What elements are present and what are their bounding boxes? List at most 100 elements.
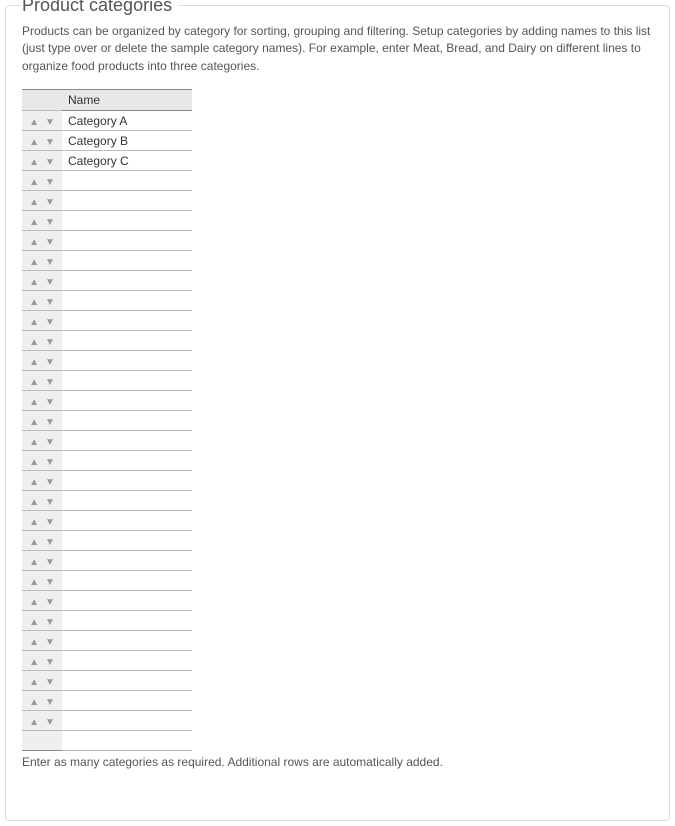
- category-name-cell[interactable]: [62, 711, 192, 731]
- category-name-cell[interactable]: [62, 331, 192, 351]
- category-name-cell[interactable]: [62, 351, 192, 371]
- move-down-icon[interactable]: [45, 298, 55, 308]
- move-up-icon[interactable]: [29, 158, 39, 168]
- move-up-icon[interactable]: [29, 218, 39, 228]
- reorder-cell: [22, 651, 62, 671]
- move-up-icon[interactable]: [29, 478, 39, 488]
- table-row: [22, 331, 192, 351]
- category-name-cell[interactable]: [62, 451, 192, 471]
- move-up-icon[interactable]: [29, 298, 39, 308]
- category-name-cell[interactable]: [62, 431, 192, 451]
- category-name-cell[interactable]: [62, 631, 192, 651]
- move-down-icon[interactable]: [45, 398, 55, 408]
- move-up-icon[interactable]: [29, 518, 39, 528]
- move-down-icon[interactable]: [45, 598, 55, 608]
- category-name-cell[interactable]: [62, 671, 192, 691]
- move-down-icon[interactable]: [45, 198, 55, 208]
- move-up-icon[interactable]: [29, 418, 39, 428]
- move-down-icon[interactable]: [45, 618, 55, 628]
- category-name-cell[interactable]: [62, 691, 192, 711]
- move-up-icon[interactable]: [29, 358, 39, 368]
- category-name-cell[interactable]: [62, 191, 192, 211]
- move-up-icon[interactable]: [29, 178, 39, 188]
- table-row: [22, 311, 192, 331]
- move-up-icon[interactable]: [29, 338, 39, 348]
- category-name-cell[interactable]: [62, 411, 192, 431]
- category-name-cell[interactable]: [62, 611, 192, 631]
- category-name-cell[interactable]: [62, 371, 192, 391]
- move-down-icon[interactable]: [45, 698, 55, 708]
- move-down-icon[interactable]: [45, 338, 55, 348]
- category-name-cell[interactable]: [62, 571, 192, 591]
- move-down-icon[interactable]: [45, 278, 55, 288]
- move-up-icon[interactable]: [29, 118, 39, 128]
- move-down-icon[interactable]: [45, 358, 55, 368]
- move-down-icon[interactable]: [45, 218, 55, 228]
- move-down-icon[interactable]: [45, 258, 55, 268]
- category-name-cell[interactable]: [62, 511, 192, 531]
- move-down-icon[interactable]: [45, 238, 55, 248]
- move-down-icon[interactable]: [45, 118, 55, 128]
- table-row: [22, 531, 192, 551]
- category-name-cell[interactable]: [62, 291, 192, 311]
- category-name-cell[interactable]: [62, 271, 192, 291]
- move-down-icon[interactable]: [45, 178, 55, 188]
- table-row: [22, 231, 192, 251]
- move-down-icon[interactable]: [45, 658, 55, 668]
- category-name-cell[interactable]: Category A: [62, 111, 192, 131]
- move-down-icon[interactable]: [45, 418, 55, 428]
- category-name-cell[interactable]: [62, 391, 192, 411]
- move-up-icon[interactable]: [29, 278, 39, 288]
- move-up-icon[interactable]: [29, 258, 39, 268]
- category-name-cell[interactable]: [62, 251, 192, 271]
- move-up-icon[interactable]: [29, 698, 39, 708]
- move-down-icon[interactable]: [45, 538, 55, 548]
- category-name-cell[interactable]: [62, 211, 192, 231]
- move-up-icon[interactable]: [29, 598, 39, 608]
- move-up-icon[interactable]: [29, 618, 39, 628]
- category-name-cell[interactable]: [62, 591, 192, 611]
- category-name-cell[interactable]: [62, 311, 192, 331]
- move-up-icon[interactable]: [29, 378, 39, 388]
- reorder-cell: [22, 131, 62, 151]
- category-name-cell[interactable]: Category B: [62, 131, 192, 151]
- move-up-icon[interactable]: [29, 558, 39, 568]
- category-name-cell[interactable]: [62, 491, 192, 511]
- category-name-cell[interactable]: Category C: [62, 151, 192, 171]
- move-down-icon[interactable]: [45, 518, 55, 528]
- move-down-icon[interactable]: [45, 318, 55, 328]
- move-down-icon[interactable]: [45, 158, 55, 168]
- category-name-cell[interactable]: [62, 171, 192, 191]
- category-name-cell[interactable]: [62, 551, 192, 571]
- move-up-icon[interactable]: [29, 638, 39, 648]
- move-up-icon[interactable]: [29, 678, 39, 688]
- move-down-icon[interactable]: [45, 478, 55, 488]
- move-down-icon[interactable]: [45, 438, 55, 448]
- move-up-icon[interactable]: [29, 438, 39, 448]
- move-up-icon[interactable]: [29, 198, 39, 208]
- table-row: [22, 351, 192, 371]
- category-name-cell[interactable]: [62, 651, 192, 671]
- move-up-icon[interactable]: [29, 398, 39, 408]
- move-down-icon[interactable]: [45, 138, 55, 148]
- move-up-icon[interactable]: [29, 318, 39, 328]
- move-down-icon[interactable]: [45, 638, 55, 648]
- move-down-icon[interactable]: [45, 678, 55, 688]
- move-down-icon[interactable]: [45, 578, 55, 588]
- move-down-icon[interactable]: [45, 378, 55, 388]
- move-up-icon[interactable]: [29, 538, 39, 548]
- move-up-icon[interactable]: [29, 138, 39, 148]
- move-up-icon[interactable]: [29, 458, 39, 468]
- category-name-cell[interactable]: [62, 531, 192, 551]
- move-up-icon[interactable]: [29, 718, 39, 728]
- move-down-icon[interactable]: [45, 498, 55, 508]
- move-up-icon[interactable]: [29, 578, 39, 588]
- category-name-cell[interactable]: [62, 471, 192, 491]
- move-up-icon[interactable]: [29, 658, 39, 668]
- move-up-icon[interactable]: [29, 238, 39, 248]
- move-down-icon[interactable]: [45, 458, 55, 468]
- move-down-icon[interactable]: [45, 558, 55, 568]
- move-down-icon[interactable]: [45, 718, 55, 728]
- category-name-cell[interactable]: [62, 231, 192, 251]
- move-up-icon[interactable]: [29, 498, 39, 508]
